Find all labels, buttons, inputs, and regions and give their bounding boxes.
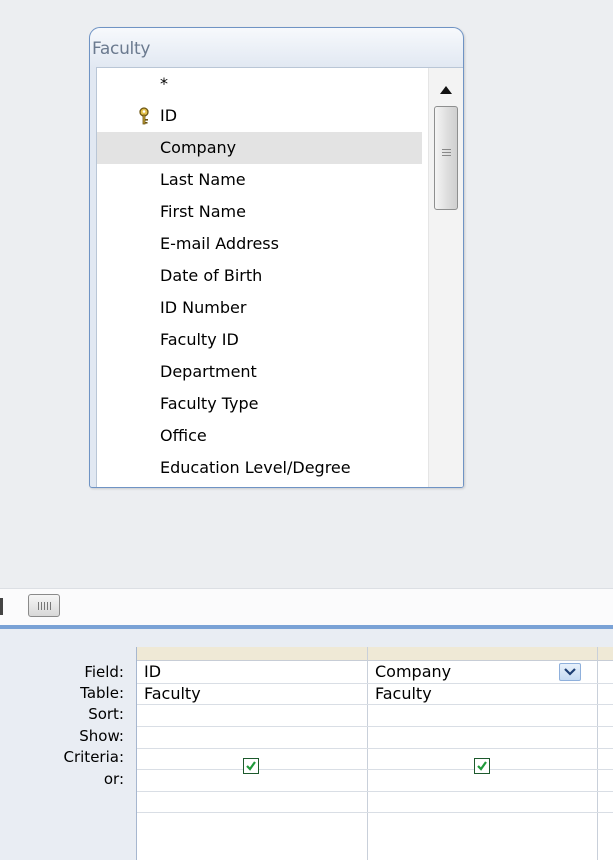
field-label: Date of Birth bbox=[160, 266, 263, 285]
grip-icon bbox=[38, 602, 51, 610]
table-window-title[interactable]: Faculty bbox=[92, 39, 150, 59]
field-list-item-id-number[interactable]: ID Number bbox=[97, 292, 422, 324]
query-design-upper-pane: Faculty * ID Company Last Name First Nam… bbox=[0, 0, 613, 588]
checkmark-icon bbox=[477, 761, 487, 771]
row-label-or: or: bbox=[103, 770, 124, 788]
field-list-item-education-level[interactable]: Education Level/Degree bbox=[97, 452, 422, 484]
scroll-up-button[interactable] bbox=[429, 76, 463, 106]
design-grid: ID Faculty Company Faculty bbox=[136, 647, 613, 860]
field-list-item-date-of-birth[interactable]: Date of Birth bbox=[97, 260, 422, 292]
field-label: Department bbox=[160, 362, 257, 381]
field-list-item-first-name[interactable]: First Name bbox=[97, 196, 422, 228]
pane-splitter[interactable] bbox=[0, 588, 613, 626]
field-list-scrollbar[interactable] bbox=[428, 68, 463, 488]
grid-row-labels: Field: Table: Sort: Show: Criteria: or: bbox=[0, 629, 133, 860]
field-cell-col1[interactable]: ID bbox=[144, 661, 161, 683]
field-list-item-faculty-type[interactable]: Faculty Type bbox=[97, 388, 422, 420]
key-icon bbox=[139, 107, 149, 125]
arrow-up-icon bbox=[440, 86, 452, 94]
query-design-grid-pane: Field: Table: Sort: Show: Criteria: or: … bbox=[0, 629, 613, 860]
column-divider bbox=[367, 647, 368, 860]
field-label: Education Level/Degree bbox=[160, 458, 351, 477]
field-label: ID bbox=[160, 106, 178, 125]
field-label: First Name bbox=[160, 202, 246, 221]
checkmark-icon bbox=[246, 761, 256, 771]
column-selector-bar[interactable] bbox=[137, 647, 613, 661]
row-divider bbox=[137, 748, 613, 749]
field-label: Faculty Type bbox=[160, 394, 259, 413]
horizontal-scroll-thumb[interactable] bbox=[28, 594, 60, 617]
field-list-item-id[interactable]: ID bbox=[97, 100, 422, 132]
table-cell-col2[interactable]: Faculty bbox=[375, 683, 432, 705]
field-list-item-last-name[interactable]: Last Name bbox=[97, 164, 422, 196]
field-list-item-department[interactable]: Department bbox=[97, 356, 422, 388]
scroll-thumb[interactable] bbox=[434, 106, 458, 210]
splitter-handle[interactable] bbox=[0, 598, 3, 615]
field-list-item-office[interactable]: Office bbox=[97, 420, 422, 452]
field-label: Company bbox=[160, 138, 237, 157]
show-checkbox-col2[interactable] bbox=[474, 758, 490, 774]
field-list-item-company[interactable]: Company bbox=[97, 132, 422, 164]
arrow-down-icon bbox=[439, 486, 453, 488]
row-divider bbox=[137, 726, 613, 727]
row-label-table: Table: bbox=[80, 684, 124, 702]
chevron-down-icon bbox=[564, 668, 576, 676]
table-cell-col1[interactable]: Faculty bbox=[144, 683, 201, 705]
row-label-field: Field: bbox=[84, 663, 124, 681]
field-list-item-faculty-id[interactable]: Faculty ID bbox=[97, 324, 422, 356]
field-label: Office bbox=[160, 426, 207, 445]
grip-icon bbox=[442, 149, 451, 156]
row-divider bbox=[137, 791, 613, 792]
field-list-item-email-address[interactable]: E-mail Address bbox=[97, 228, 422, 260]
field-label: E-mail Address bbox=[160, 234, 279, 253]
scroll-down-button[interactable] bbox=[429, 477, 463, 488]
field-list: * ID Company Last Name First Name E-mail… bbox=[96, 67, 463, 488]
row-divider bbox=[137, 812, 613, 813]
field-label: Faculty ID bbox=[160, 330, 239, 349]
field-label: ID Number bbox=[160, 298, 247, 317]
field-label: * bbox=[160, 74, 168, 93]
row-label-show: Show: bbox=[79, 727, 124, 745]
row-label-criteria: Criteria: bbox=[63, 748, 125, 766]
field-list-item-all[interactable]: * bbox=[97, 68, 422, 100]
row-divider bbox=[137, 769, 613, 770]
field-cell-col2[interactable]: Company bbox=[375, 661, 451, 683]
row-label-sort: Sort: bbox=[88, 705, 124, 723]
field-dropdown-button[interactable] bbox=[559, 663, 581, 681]
column-divider bbox=[597, 647, 598, 860]
faculty-table-window[interactable]: Faculty * ID Company Last Name First Nam… bbox=[89, 27, 464, 488]
show-checkbox-col1[interactable] bbox=[243, 758, 259, 774]
field-label: Last Name bbox=[160, 170, 246, 189]
